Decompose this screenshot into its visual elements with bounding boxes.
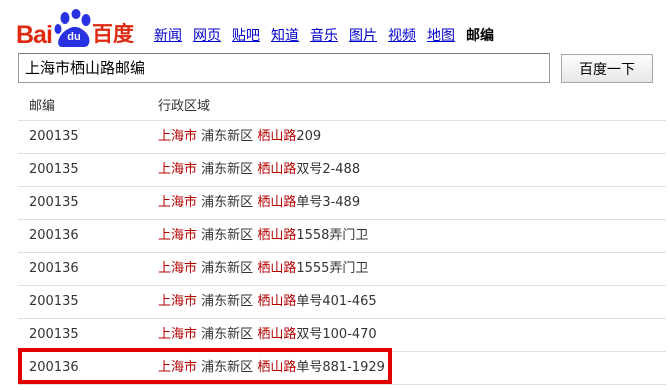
postcode-table: 邮编 行政区域 200135 上海市 浦东新区 栖山路209 200135 上海市 浦… [18, 94, 666, 385]
road-link[interactable]: 栖山路 [257, 360, 296, 375]
nav-news[interactable]: 新闻 [154, 28, 182, 44]
city-link[interactable]: 上海市 [158, 228, 197, 243]
city-link[interactable]: 上海市 [158, 327, 197, 342]
postcode-value: 200135 [29, 129, 79, 144]
logo-text-bai: Bai [16, 21, 53, 49]
road-link[interactable]: 栖山路 [257, 327, 296, 342]
address-detail: 单号401-465 [296, 294, 377, 309]
district-text: 浦东新区 [201, 162, 254, 177]
city-link[interactable]: 上海市 [158, 129, 197, 144]
district-text: 浦东新区 [201, 195, 254, 210]
district-text: 浦东新区 [201, 261, 254, 276]
address-detail: 单号3-489 [296, 195, 361, 210]
address-detail: 209 [296, 129, 322, 144]
address-detail: 双号2-488 [296, 162, 361, 177]
road-link[interactable]: 栖山路 [257, 261, 296, 276]
nav-music[interactable]: 音乐 [310, 28, 338, 44]
road-link[interactable]: 栖山路 [257, 129, 296, 144]
postcode-value: 200136 [29, 228, 79, 243]
search-input[interactable] [18, 53, 550, 83]
region-value: 上海市 浦东新区 栖山路1555弄门卫 [158, 253, 368, 285]
postcode-value: 200136 [29, 360, 79, 375]
region-value: 上海市 浦东新区 栖山路双号100-470 [158, 319, 377, 351]
nav-zhidao[interactable]: 知道 [271, 28, 299, 44]
table-row: 200136 上海市 浦东新区 栖山路单号881-1929 [18, 352, 666, 385]
road-link[interactable]: 栖山路 [257, 228, 296, 243]
region-value: 上海市 浦东新区 栖山路单号881-1929 [158, 352, 385, 384]
city-link[interactable]: 上海市 [158, 294, 197, 309]
table-row: 200136 上海市 浦东新区 栖山路1558弄门卫 [18, 220, 666, 253]
nav-web[interactable]: 网页 [193, 28, 221, 44]
district-text: 浦东新区 [201, 360, 254, 375]
logo-text-du: du [67, 31, 81, 43]
address-detail: 双号100-470 [296, 327, 377, 342]
logo-text-baidu-cn: 百度 [92, 22, 134, 46]
top-nav: 新闻 网页 贴吧 知道 音乐 图片 视频 地图 邮编 [154, 27, 494, 45]
address-detail: 1555弄门卫 [296, 261, 369, 276]
address-detail: 1558弄门卫 [296, 228, 369, 243]
nav-tieba[interactable]: 贴吧 [232, 28, 260, 44]
nav-images[interactable]: 图片 [349, 28, 377, 44]
header-postcode: 邮编 [29, 99, 56, 114]
header-region: 行政区域 [158, 99, 211, 114]
district-text: 浦东新区 [201, 228, 254, 243]
nav-video[interactable]: 视频 [388, 28, 416, 44]
region-value: 上海市 浦东新区 栖山路1558弄门卫 [158, 220, 368, 252]
postcode-value: 200135 [29, 327, 79, 342]
district-text: 浦东新区 [201, 129, 254, 144]
postcode-value: 200136 [29, 261, 79, 276]
district-text: 浦东新区 [201, 294, 254, 309]
address-detail: 单号881-1929 [296, 360, 385, 375]
city-link[interactable]: 上海市 [158, 360, 197, 375]
table-row: 200136 上海市 浦东新区 栖山路1555弄门卫 [18, 253, 666, 286]
city-link[interactable]: 上海市 [158, 195, 197, 210]
road-link[interactable]: 栖山路 [257, 195, 296, 210]
table-row: 200135 上海市 浦东新区 栖山路双号100-470 [18, 319, 666, 352]
region-value: 上海市 浦东新区 栖山路单号401-465 [158, 286, 377, 318]
baidu-logo[interactable]: Bai du 百度 [16, 8, 138, 48]
district-text: 浦东新区 [201, 327, 254, 342]
city-link[interactable]: 上海市 [158, 162, 197, 177]
table-row: 200135 上海市 浦东新区 栖山路单号401-465 [18, 286, 666, 319]
region-value: 上海市 浦东新区 栖山路单号3-489 [158, 187, 360, 219]
road-link[interactable]: 栖山路 [257, 162, 296, 177]
postcode-value: 200135 [29, 294, 79, 309]
road-link[interactable]: 栖山路 [257, 294, 296, 309]
table-row: 200135 上海市 浦东新区 栖山路双号2-488 [18, 154, 666, 187]
city-link[interactable]: 上海市 [158, 261, 197, 276]
table-row: 200135 上海市 浦东新区 栖山路209 [18, 121, 666, 154]
table-row: 200135 上海市 浦东新区 栖山路单号3-489 [18, 187, 666, 220]
search-button[interactable]: 百度一下 [561, 54, 653, 83]
postcode-value: 200135 [29, 162, 79, 177]
nav-map[interactable]: 地图 [427, 28, 455, 44]
region-value: 上海市 浦东新区 栖山路双号2-488 [158, 154, 360, 186]
region-value: 上海市 浦东新区 栖山路209 [158, 121, 321, 153]
nav-postcode-current: 邮编 [466, 28, 494, 44]
table-header: 邮编 行政区域 [18, 94, 666, 121]
postcode-value: 200135 [29, 195, 79, 210]
